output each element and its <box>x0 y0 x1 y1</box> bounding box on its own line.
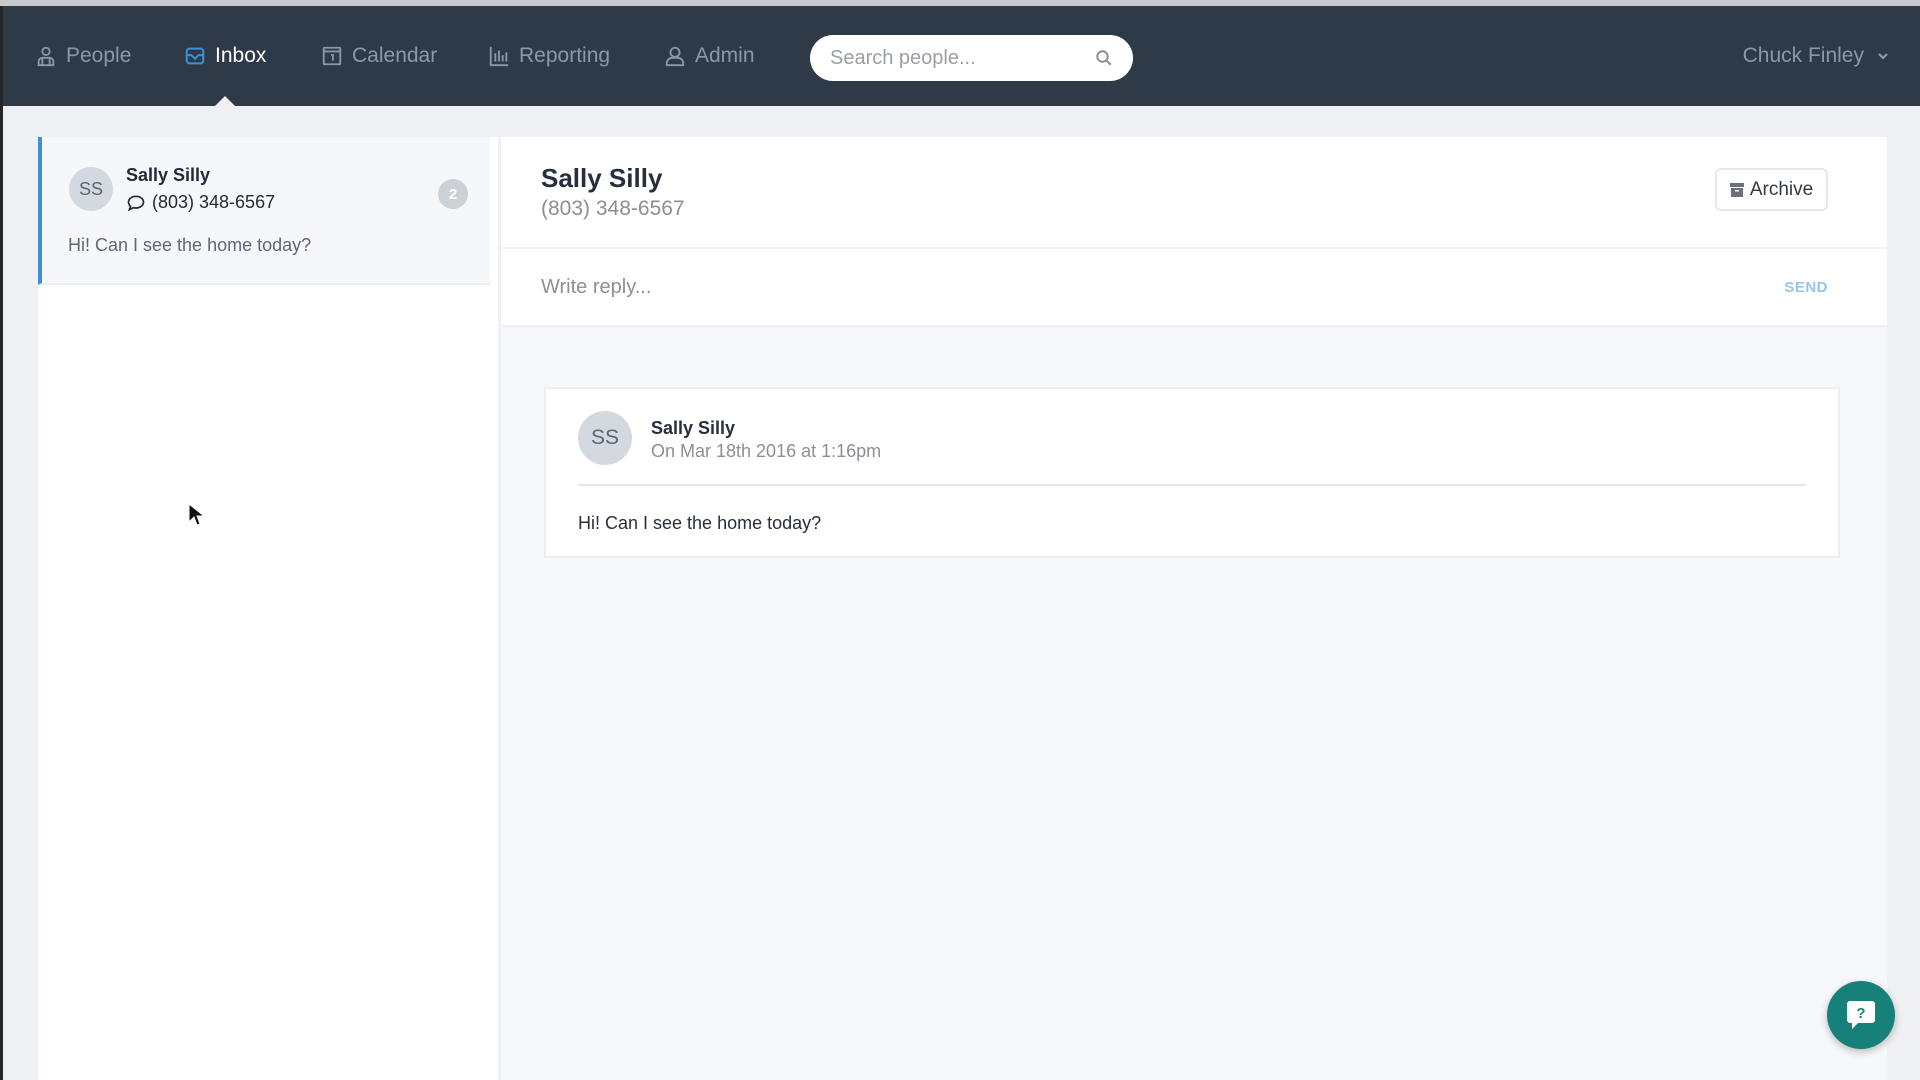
conversation-thread: Sally Silly (803) 348-6567 Archive SEND … <box>501 137 1887 1080</box>
thread-header: Sally Silly (803) 348-6567 Archive <box>501 137 1887 249</box>
conversation-phone: (803) 348-6567 <box>126 192 275 213</box>
help-chat-icon: ? <box>1847 1001 1875 1029</box>
conversation-name: Sally Silly <box>126 165 211 185</box>
nav-label-inbox: Inbox <box>215 44 267 67</box>
sms-bubble-icon <box>127 194 145 211</box>
user-menu[interactable]: Chuck Finley <box>1743 6 1890 106</box>
chevron-down-icon <box>1878 53 1888 60</box>
nav-label-reporting: Reporting <box>519 44 611 67</box>
main-area: SS Sally Silly (803) 348-6567 Hi! Can I … <box>3 106 1920 1080</box>
thread-contact-name: Sally Silly <box>541 163 663 193</box>
user-name: Chuck Finley <box>1742 44 1864 67</box>
user-icon <box>665 46 685 67</box>
avatar: SS <box>69 167 113 211</box>
unread-count-badge: 2 <box>438 179 468 209</box>
nav-item-reporting[interactable]: Reporting <box>488 6 610 106</box>
conversation-item[interactable]: SS Sally Silly (803) 348-6567 Hi! Can I … <box>38 137 490 285</box>
search-box <box>810 35 1133 81</box>
nav-label-calendar: Calendar <box>352 44 438 67</box>
nav-item-people[interactable]: People <box>35 6 131 106</box>
bar-chart-icon <box>489 46 509 67</box>
message-timestamp: On Mar 18th 2016 at 1:16pm <box>651 441 882 461</box>
conversation-phone-number: (803) 348-6567 <box>152 192 276 212</box>
top-navbar: People Inbox Calendar Reporting Admin Ch… <box>3 6 1920 106</box>
message-body: Hi! Can I see the home today? <box>578 513 822 533</box>
nav-item-inbox[interactable]: Inbox <box>184 6 266 106</box>
message-divider <box>578 484 1806 486</box>
nav-label-people: People <box>66 44 132 67</box>
message-card: SS Sally Silly On Mar 18th 2016 at 1:16p… <box>544 387 1840 558</box>
nav-label-admin: Admin <box>695 44 755 67</box>
mouse-cursor <box>188 503 204 526</box>
help-button[interactable]: ? <box>1827 981 1895 1049</box>
message-avatar: SS <box>578 411 632 465</box>
archive-label: Archive <box>1749 178 1814 200</box>
search-input[interactable] <box>830 46 1095 70</box>
thread-contact-phone: (803) 348-6567 <box>541 197 685 220</box>
inbox-icon <box>185 47 205 65</box>
people-icon <box>37 46 55 67</box>
search-icon[interactable] <box>1095 48 1113 68</box>
archive-button[interactable]: Archive <box>1715 168 1828 211</box>
conversation-list: SS Sally Silly (803) 348-6567 Hi! Can I … <box>38 137 498 1080</box>
message-sender: Sally Silly <box>651 418 736 438</box>
nav-item-admin[interactable]: Admin <box>664 6 755 106</box>
archive-icon <box>1729 182 1744 197</box>
reply-input[interactable] <box>541 275 1785 299</box>
conversation-preview: Hi! Can I see the home today? <box>68 235 312 255</box>
active-tab-caret <box>215 96 236 106</box>
svg-text:?: ? <box>1856 1005 1865 1022</box>
reply-bar: SEND <box>501 249 1887 327</box>
nav-item-calendar[interactable]: Calendar <box>321 6 437 106</box>
calendar-icon <box>322 46 342 66</box>
send-button[interactable]: SEND <box>1784 279 1828 296</box>
